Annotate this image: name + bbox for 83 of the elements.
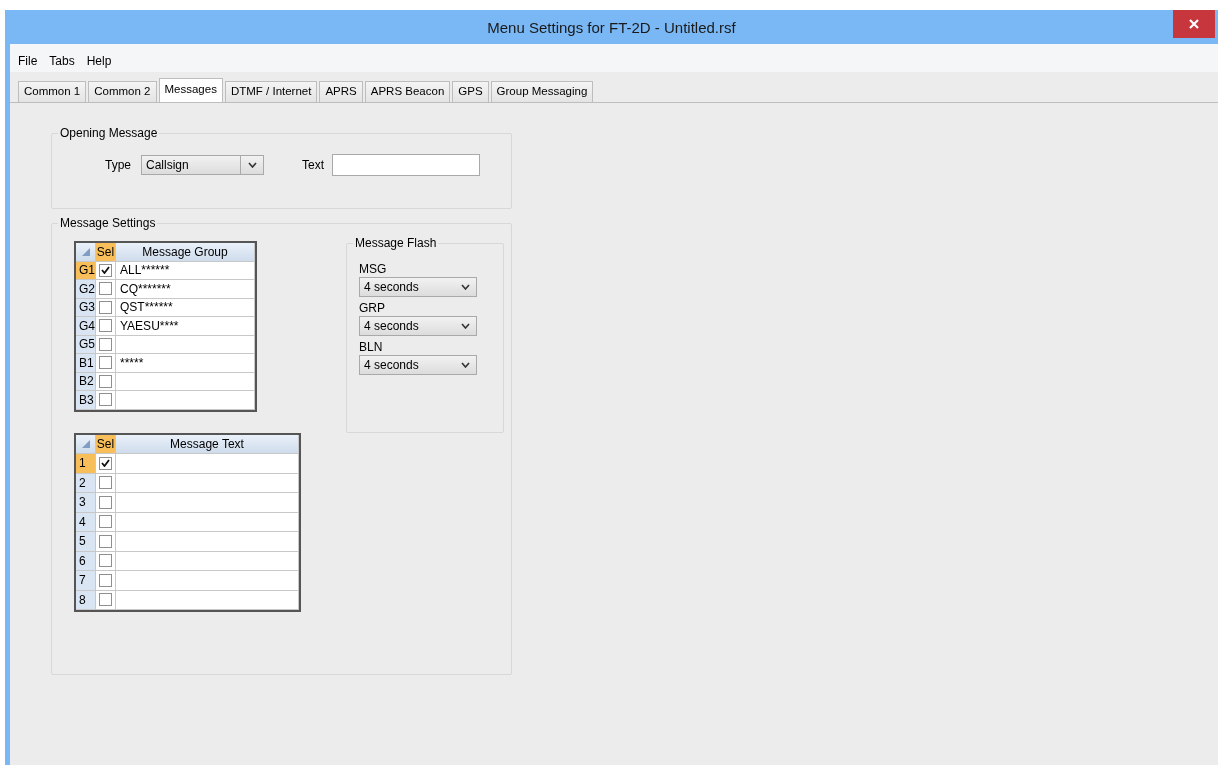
column-header[interactable]: Sel xyxy=(96,434,116,454)
row-header[interactable]: 6 xyxy=(76,551,96,571)
row-header[interactable]: 8 xyxy=(76,590,96,610)
checkbox[interactable] xyxy=(99,374,112,388)
group-title: Opening Message xyxy=(58,126,160,140)
table-cell[interactable] xyxy=(116,335,255,354)
column-header[interactable]: Sel xyxy=(96,243,116,262)
tab[interactable]: DTMF / Internet xyxy=(224,81,318,102)
checkbox[interactable] xyxy=(99,495,112,509)
chevron-icon xyxy=(247,162,257,168)
triangle-icon xyxy=(81,247,90,256)
table-cell[interactable] xyxy=(116,512,299,532)
row-header[interactable]: B3 xyxy=(76,391,96,410)
tab[interactable]: Common 1 xyxy=(18,81,87,102)
row-header[interactable]: 1 xyxy=(76,454,96,474)
table-cell[interactable] xyxy=(116,551,299,571)
field-label: Type xyxy=(105,158,131,172)
window-title: Menu Settings for FT-2D - Untitled.rsf xyxy=(486,18,737,36)
checkbox[interactable] xyxy=(99,554,112,568)
close-button[interactable] xyxy=(1173,10,1215,38)
checkbox[interactable] xyxy=(99,263,112,277)
tab[interactable]: GPS xyxy=(452,81,489,102)
checkbox[interactable] xyxy=(99,356,112,370)
table-cell[interactable]: YAESU**** xyxy=(116,317,255,336)
checkbox[interactable] xyxy=(99,456,112,470)
table-cell[interactable] xyxy=(116,372,255,391)
checkbox[interactable] xyxy=(99,393,112,407)
chevron-icon xyxy=(460,284,470,290)
group-title: Message Settings xyxy=(58,216,158,230)
row-header[interactable]: 2 xyxy=(76,473,96,493)
field-label: BLN xyxy=(359,340,384,354)
checkbox[interactable] xyxy=(99,300,112,314)
checkbox[interactable] xyxy=(99,476,112,490)
checkbox[interactable] xyxy=(99,593,112,607)
check-icon xyxy=(101,459,110,468)
checkbox[interactable] xyxy=(99,319,112,333)
table-cell[interactable] xyxy=(116,571,299,591)
row-header[interactable]: G4 xyxy=(76,317,96,336)
table-cell[interactable] xyxy=(116,493,299,513)
table-cell[interactable]: ALL****** xyxy=(116,261,255,280)
checkbox[interactable] xyxy=(99,573,112,587)
row-header[interactable]: 7 xyxy=(76,571,96,591)
row-header[interactable]: G2 xyxy=(76,280,96,299)
chevron-icon xyxy=(460,323,470,329)
table-cell[interactable] xyxy=(116,473,299,493)
column-header[interactable]: Message Text xyxy=(116,434,299,454)
triangle-icon xyxy=(81,439,90,448)
menu-item[interactable]: File xyxy=(18,54,38,68)
row-header[interactable]: B1 xyxy=(76,354,96,373)
field-label: Text xyxy=(302,158,325,172)
tab[interactable]: Group Messaging xyxy=(490,81,594,102)
table-cell[interactable]: QST****** xyxy=(116,298,255,317)
table-cell[interactable] xyxy=(116,391,255,410)
menu-item[interactable]: Tabs xyxy=(49,54,75,68)
table-cell[interactable]: CQ******* xyxy=(116,280,255,299)
chevron-icon xyxy=(460,362,470,368)
field-label: MSG xyxy=(359,262,388,276)
tab[interactable]: APRS Beacon xyxy=(364,81,451,102)
table-cell[interactable] xyxy=(116,532,299,552)
text-field[interactable] xyxy=(332,154,481,176)
tab[interactable]: APRS xyxy=(319,81,363,102)
row-header[interactable]: 4 xyxy=(76,512,96,532)
dropdown[interactable]: 4 seconds xyxy=(359,316,477,336)
tab[interactable]: Common 2 xyxy=(88,81,157,102)
checkbox[interactable] xyxy=(99,282,112,296)
field-label: GRP xyxy=(359,301,386,315)
close-icon xyxy=(1189,19,1199,29)
dropdown[interactable]: 4 seconds xyxy=(359,355,477,375)
row-header[interactable]: 3 xyxy=(76,493,96,513)
row-header[interactable]: 5 xyxy=(76,532,96,552)
table-cell[interactable] xyxy=(116,590,299,610)
group-title: Message Flash xyxy=(353,236,439,250)
tab[interactable]: Messages xyxy=(158,78,223,102)
checkbox[interactable] xyxy=(99,337,112,351)
table-cell[interactable]: ***** xyxy=(116,354,255,373)
menu-item[interactable]: Help xyxy=(86,54,112,68)
column-header[interactable]: Message Group xyxy=(116,243,255,262)
checkbox[interactable] xyxy=(99,515,112,529)
table-cell[interactable] xyxy=(116,454,299,474)
dropdown[interactable]: 4 seconds xyxy=(359,277,477,297)
checkbox[interactable] xyxy=(99,534,112,548)
check-icon xyxy=(101,266,110,275)
dropdown[interactable]: Callsign xyxy=(141,155,264,175)
